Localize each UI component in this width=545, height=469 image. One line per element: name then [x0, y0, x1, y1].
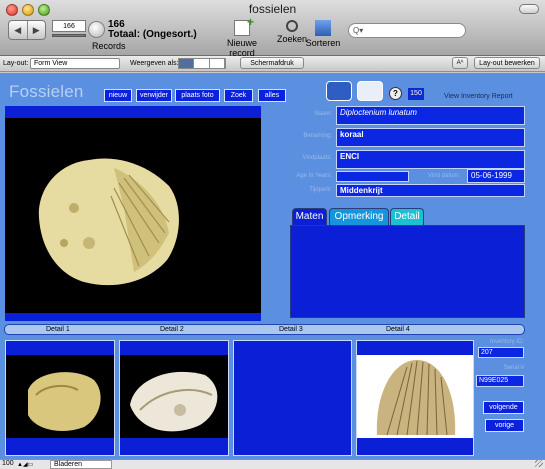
text-format-button[interactable]: Aᴬ: [452, 57, 468, 69]
fossil-thumb-4: [376, 360, 456, 436]
naam-label: Naam:: [314, 111, 332, 117]
serial-field[interactable]: N99E025: [476, 375, 524, 387]
list-view-icon[interactable]: [194, 59, 210, 68]
status-bar: 100 ▲◢▭ Bladeren: [0, 459, 545, 469]
back-arrow-icon[interactable]: ◀: [9, 21, 27, 39]
layout-bar: Lay-out: Form View Weergeven als: Scherm…: [0, 56, 545, 72]
sort-button[interactable]: Sorteren: [305, 20, 341, 48]
layout-content: Fossielen nieuw verwijder plaats foto Zo…: [0, 73, 545, 459]
nieuw-button[interactable]: nieuw: [104, 89, 132, 102]
app-title: Fossielen: [9, 82, 84, 101]
record-slider[interactable]: [52, 34, 86, 37]
vindplaats-field[interactable]: ENCI: [336, 150, 525, 169]
record-badge: 150: [408, 88, 424, 100]
layout-select[interactable]: Form View: [30, 58, 120, 69]
vindplaats-label: Vindplaats:: [302, 155, 332, 161]
main-fossil-photo[interactable]: [5, 106, 261, 321]
view-as-segmented: [178, 58, 226, 69]
resize-grip-icon[interactable]: [535, 459, 543, 467]
magnifier-icon: [286, 20, 298, 32]
age-label: Age In Years:: [296, 173, 332, 179]
search-input[interactable]: Q▾: [348, 23, 466, 38]
title-bar: fossielen ◀ ▶ 166 166 Totaal: (Ongesort.…: [0, 0, 545, 58]
print-preview-button[interactable]: Schermafdruk: [240, 57, 304, 69]
detail-1-label: Detail 1: [46, 326, 70, 333]
status-toggle-icons[interactable]: ▲◢▭: [17, 461, 33, 468]
detail-2-photo[interactable]: [119, 340, 229, 456]
tab-maten[interactable]: Maten: [292, 208, 327, 225]
sort-icon: [315, 20, 331, 36]
table-view-icon[interactable]: [210, 59, 225, 68]
naam-field[interactable]: Diploctenium lunatum: [336, 106, 525, 125]
fossil-thumb-1: [28, 372, 101, 431]
age-field[interactable]: [336, 171, 409, 182]
mode-indicator[interactable]: Bladeren: [50, 460, 112, 469]
serial-label: Serial #: [503, 365, 524, 371]
form-tab-icon[interactable]: [326, 81, 352, 101]
toolbar-toggle-button[interactable]: [519, 4, 539, 14]
record-navigation: ◀ ▶: [8, 20, 46, 40]
view-inventory-report-link[interactable]: View Inventory Report: [444, 93, 513, 100]
fossil-thumb-2: [130, 371, 218, 432]
tab-opmerking[interactable]: Opmerking: [329, 208, 389, 225]
find-label: Zoeken: [276, 34, 308, 44]
tab-panel: [290, 225, 525, 318]
layout-label: Lay-out:: [3, 60, 29, 67]
tab-detail[interactable]: Detail: [390, 208, 424, 225]
detail-1-image: [6, 355, 114, 438]
window-title: fossielen: [248, 2, 297, 16]
view-as-label: Weergeven als:: [130, 60, 179, 67]
sort-label: Sorteren: [305, 38, 341, 48]
form-view-icon[interactable]: [179, 59, 195, 68]
fossil-image: [38, 158, 179, 286]
new-record-icon: [234, 15, 254, 36]
zoek-button[interactable]: Zoek: [224, 89, 253, 102]
vind-datum-field[interactable]: 05-06-1999: [467, 169, 525, 183]
benaming-field[interactable]: koraal: [336, 128, 525, 147]
detail-1-photo[interactable]: [5, 340, 115, 456]
detail-header-strip: Detail 1 Detail 2 Detail 3 Detail 4: [4, 324, 525, 335]
tijdperk-field[interactable]: Middenkrijt: [336, 184, 525, 197]
tijdperk-label: Tijdperk:: [309, 187, 332, 193]
new-record-label: Nieuwe record: [226, 38, 257, 58]
record-total: Totaal: (Ongesort.): [108, 29, 197, 40]
record-pie-chart: [88, 21, 105, 38]
edit-layout-button[interactable]: Lay-out bewerken: [474, 57, 540, 69]
records-label: Records: [92, 41, 126, 51]
detail-2-label: Detail 2: [160, 326, 184, 333]
detail-3-label: Detail 3: [279, 326, 303, 333]
detail-3-photo[interactable]: [233, 340, 352, 456]
vind-datum-label: Vind datum:: [428, 173, 460, 179]
alles-button[interactable]: alles: [258, 89, 286, 102]
vorige-button[interactable]: vorige: [485, 419, 524, 432]
benaming-label: Benaming:: [303, 133, 332, 139]
plaats-foto-button[interactable]: plaats foto: [175, 89, 220, 102]
list-tab-icon[interactable]: [357, 81, 383, 101]
inventory-id-label: Inventory ID:: [489, 339, 524, 345]
detail-4-label: Detail 4: [386, 326, 410, 333]
detail-4-image: [357, 355, 473, 438]
detail-2-image: [120, 355, 228, 438]
detail-4-photo[interactable]: [356, 340, 474, 456]
record-number-field[interactable]: 166: [52, 20, 86, 32]
new-record-button[interactable]: Nieuwe record: [214, 15, 270, 58]
forward-arrow-icon[interactable]: ▶: [26, 21, 46, 39]
verwijder-button[interactable]: verwijder: [136, 89, 172, 102]
volgende-button[interactable]: volgende: [483, 401, 524, 414]
help-icon[interactable]: ?: [389, 87, 402, 100]
inventory-id-field[interactable]: 207: [478, 347, 524, 358]
zoom-level[interactable]: 100: [2, 460, 14, 467]
